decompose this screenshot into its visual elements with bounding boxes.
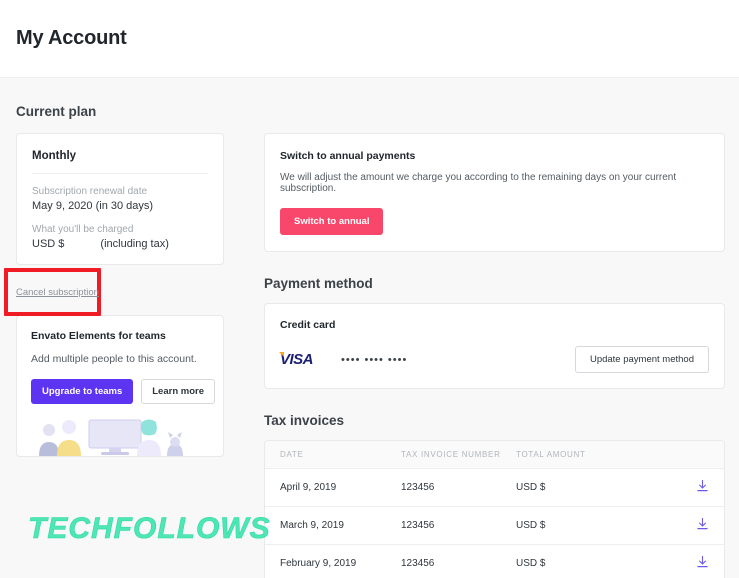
page-body: Current plan Monthly Subscription renewa… [0,78,739,578]
page-header: My Account [0,0,739,78]
left-column: Monthly Subscription renewal date May 9,… [4,133,224,457]
table-body: April 9, 2019 123456 USD $ March 9, 2019… [265,468,724,578]
masked-card-number: •••• •••• •••• [341,353,408,366]
column-header-download [676,441,724,469]
credit-card-label: Credit card [280,319,336,331]
annual-description: We will adjust the amount we charge you … [280,172,677,194]
current-plan-heading: Current plan [16,104,97,119]
cell-date: February 9, 2019 [280,558,357,569]
plan-name: Monthly [32,150,77,162]
cell-date: April 9, 2019 [265,468,401,507]
charge-value: USD $ (including tax) [32,238,208,250]
table-row: April 9, 2019 123456 USD $ [265,468,724,507]
column-header-invoice-number: TAX INVOICE NUMBER [401,441,516,469]
tax-invoices-heading: Tax invoices [264,413,345,428]
teams-title: Envato Elements for teams [31,330,166,342]
cell-date: March 9, 2019 [265,506,401,545]
annual-title: Switch to annual payments [280,150,416,162]
teams-card: Envato Elements for teams Add multiple p… [16,315,224,457]
cell-invoice-number: 123456 [401,468,516,507]
payment-method-card: Credit card VISA •••• •••• •••• Update p… [264,303,725,389]
teams-actions: Upgrade to teams Learn more [31,379,215,404]
current-plan-card: Monthly Subscription renewal date May 9,… [16,133,224,265]
upgrade-to-teams-button[interactable]: Upgrade to teams [31,379,134,404]
download-icon[interactable] [697,517,708,530]
download-icon[interactable] [697,555,708,568]
column-header-total-amount: TOTAL AMOUNT [516,441,676,469]
right-column: Switch to annual payments We will adjust… [264,133,725,578]
cancel-subscription-link[interactable]: Cancel subscription [16,287,99,298]
renewal-date-value: May 9, 2020 (in 30 days) [32,200,154,212]
table-header: DATE TAX INVOICE NUMBER TOTAL AMOUNT [265,441,724,469]
visa-logo-icon: VISA [279,351,314,368]
table-row: February 9, 2019 123456 USD $ [265,545,724,578]
cell-total-amount: USD $ [516,468,676,507]
cell-invoice-number: 123456 [401,506,516,545]
charge-label: What you'll be charged [32,224,134,235]
cancel-subscription-area: Cancel subscription [4,265,224,316]
download-icon[interactable] [697,479,708,492]
tax-invoices-table: DATE TAX INVOICE NUMBER TOTAL AMOUNT Apr… [265,441,724,578]
column-header-date: DATE [265,441,401,469]
teams-description: Add multiple people to this account. [31,353,197,365]
update-payment-method-button[interactable]: Update payment method [574,346,709,373]
charge-note: (including tax) [100,238,169,250]
plan-divider [32,173,208,174]
table-row: March 9, 2019 123456 USD $ [265,506,724,545]
table-header-row: DATE TAX INVOICE NUMBER TOTAL AMOUNT [265,441,724,469]
annual-payments-card: Switch to annual payments We will adjust… [264,133,725,252]
content-columns: Monthly Subscription renewal date May 9,… [4,133,725,578]
cell-total-amount: USD $ [516,506,676,545]
account-page: My Account Current plan Monthly Subscrip… [0,0,739,578]
page-title: My Account [16,27,127,49]
credit-card-row: VISA •••• •••• •••• Update payment metho… [279,346,709,373]
learn-more-button[interactable]: Learn more [141,379,215,404]
renewal-date-label: Subscription renewal date [32,186,148,197]
payment-method-heading: Payment method [264,276,373,291]
switch-to-annual-button[interactable]: Switch to annual [280,208,384,235]
tax-invoices-card: DATE TAX INVOICE NUMBER TOTAL AMOUNT Apr… [264,440,725,578]
charge-currency: USD $ [32,238,65,250]
cell-total-amount: USD $ [516,558,546,569]
cell-invoice-number: 123456 [401,558,435,569]
teams-illustration [17,418,223,456]
